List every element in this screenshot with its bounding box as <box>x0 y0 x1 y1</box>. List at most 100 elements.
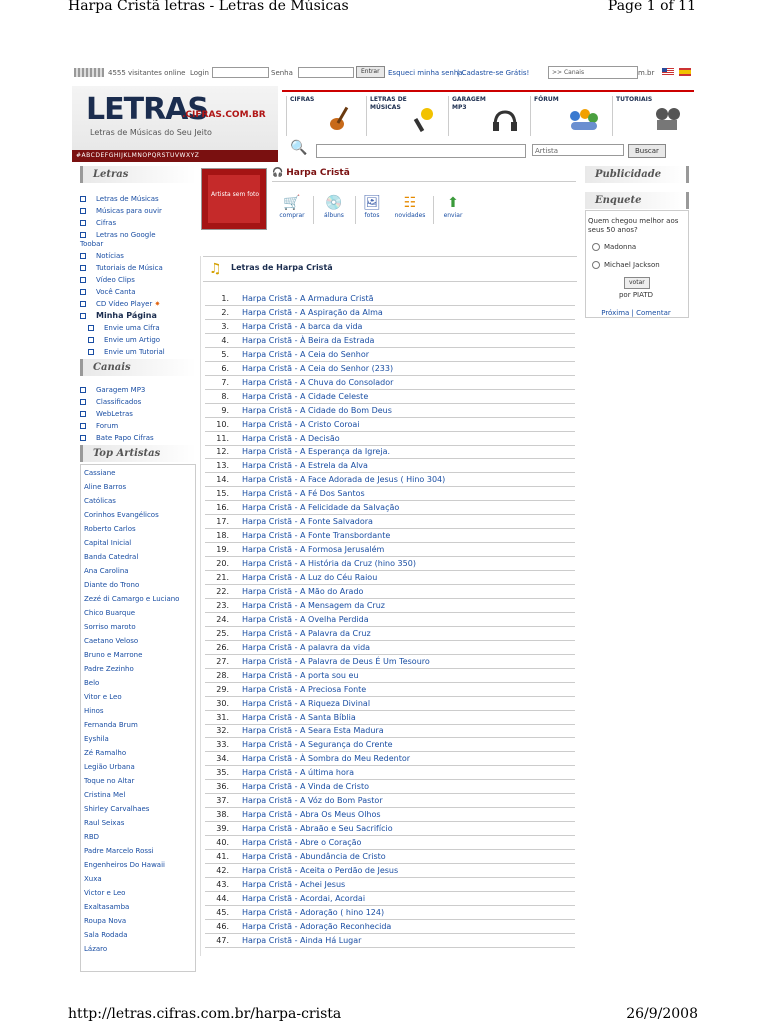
top-artist-link[interactable]: Cristina Mel <box>84 791 125 799</box>
song-link[interactable]: Harpa Cristã - A Vóz do Bom Pastor <box>242 794 383 807</box>
top-artist-link[interactable]: Vitor e Leo <box>84 693 122 701</box>
song-link[interactable]: Harpa Cristã - A Cristo Coroai <box>242 418 359 431</box>
action-comprar[interactable]: 🛒 comprar <box>272 194 312 219</box>
sidebar-link-google-toolbar[interactable]: Letras no Google Toobar <box>80 231 170 249</box>
top-artist-link[interactable]: Belo <box>84 679 99 687</box>
top-artist-link[interactable]: Lázaro <box>84 945 107 953</box>
top-artist-link[interactable]: Cassiane <box>84 469 115 477</box>
song-link[interactable]: Harpa Cristã - A barca da vida <box>242 320 362 333</box>
top-artist-link[interactable]: Victor e Leo <box>84 889 125 897</box>
song-link[interactable]: Harpa Cristã - A Mão do Arado <box>242 585 363 598</box>
song-link[interactable]: Harpa Cristã - A Esperança da Igreja. <box>242 445 390 458</box>
song-link[interactable]: Harpa Cristã - A Formosa Jerusalém <box>242 543 384 556</box>
song-link[interactable]: Harpa Cristã - A porta sou eu <box>242 669 359 682</box>
song-link[interactable]: Harpa Cristã - A Palavra de Deus É Um Te… <box>242 655 430 668</box>
sidebar-link-envie-artigo[interactable]: Envie um Artigo <box>88 336 160 344</box>
vote-button[interactable]: votar <box>624 277 650 289</box>
top-artist-link[interactable]: Sorriso maroto <box>84 623 136 631</box>
nav-letras[interactable]: LETRAS DE MÚSICAS <box>366 96 446 136</box>
song-link[interactable]: Harpa Cristã - À Beira da Estrada <box>242 334 374 347</box>
song-link[interactable]: Harpa Cristã - Ainda Há Lugar <box>242 934 361 947</box>
song-link[interactable]: Harpa Cristã - A Armadura Cristã <box>242 292 374 305</box>
sidebar-link-envie-tutorial[interactable]: Envie um Tutorial <box>88 348 165 356</box>
action-fotos[interactable]: 🖼 fotos <box>352 194 392 219</box>
poll-option-madonna[interactable]: Madonna <box>592 243 636 251</box>
top-artist-link[interactable]: Ana Carolina <box>84 567 129 575</box>
forgot-password-link[interactable]: Esqueci minha senha. <box>388 69 465 77</box>
top-artist-link[interactable]: Legião Urbana <box>84 763 135 771</box>
top-artist-link[interactable]: Raul Seixas <box>84 819 124 827</box>
top-artist-link[interactable]: RBD <box>84 833 99 841</box>
sidebar-link-webletras[interactable]: WebLetras <box>80 410 133 418</box>
signup-link[interactable]: | Cadastre-se Grátis! <box>457 69 529 77</box>
song-link[interactable]: Harpa Cristã - A Face Adorada de Jesus (… <box>242 473 445 486</box>
sidebar-link-bate-papo[interactable]: Bate Papo Cifras <box>80 434 154 442</box>
song-link[interactable]: Harpa Cristã - A Riqueza Divinal <box>242 697 370 710</box>
top-artist-link[interactable]: Roberto Carlos <box>84 525 136 533</box>
nav-tutoriais[interactable]: TUTORIAIS <box>612 96 692 136</box>
nav-cifras[interactable]: CIFRAS <box>286 96 366 136</box>
song-link[interactable]: Harpa Cristã - A Mensagem da Cruz <box>242 599 385 612</box>
sidebar-link-garagem[interactable]: Garagem MP3 <box>80 386 145 394</box>
song-link[interactable]: Harpa Cristã - A Preciosa Fonte <box>242 683 366 696</box>
top-artist-link[interactable]: Xuxa <box>84 875 102 883</box>
sidebar-link-musicas-ouvir[interactable]: Músicas para ouvir <box>80 207 162 215</box>
song-link[interactable]: Harpa Cristã - A Fé Dos Santos <box>242 487 365 500</box>
song-link[interactable]: Harpa Cristã - A Ceia do Senhor (233) <box>242 362 393 375</box>
top-artist-link[interactable]: Engenheiros Do Hawaii <box>84 861 165 869</box>
song-link[interactable]: Harpa Cristã - Aceita o Perdão de Jesus <box>242 864 398 877</box>
song-link[interactable]: Harpa Cristã - Acordai, Acordai <box>242 892 365 905</box>
song-link[interactable]: Harpa Cristã - A Fonte Salvadora <box>242 515 373 528</box>
us-flag-icon[interactable] <box>662 68 674 76</box>
password-input[interactable] <box>298 67 354 78</box>
top-artist-link[interactable]: Padre Marcelo Rossi <box>84 847 154 855</box>
nav-forum[interactable]: FÓRUM <box>530 96 610 136</box>
search-input[interactable] <box>316 144 526 158</box>
song-link[interactable]: Harpa Cristã - A Decisão <box>242 432 340 445</box>
song-link[interactable]: Harpa Cristã - Adoração Reconhecida <box>242 920 391 933</box>
canais-select[interactable]: >> Canais <box>548 66 638 79</box>
song-link[interactable]: Harpa Cristã - Abraão e Seu Sacrifício <box>242 822 393 835</box>
song-link[interactable]: Harpa Cristã - A Vinda de Cristo <box>242 780 369 793</box>
song-link[interactable]: Harpa Cristã - A História da Cruz (hino … <box>242 557 416 570</box>
song-link[interactable]: Harpa Cristã - À Sombra do Meu Redentor <box>242 752 410 765</box>
sidebar-link-classificados[interactable]: Classificados <box>80 398 141 406</box>
enter-button[interactable]: Entrar <box>356 66 385 78</box>
nav-garagem[interactable]: GARAGEM MP3 <box>448 96 528 136</box>
song-link[interactable]: Harpa Cristã - A última hora <box>242 766 354 779</box>
song-link[interactable]: Harpa Cristã - Achei Jesus <box>242 878 345 891</box>
sidebar-minha-pagina[interactable]: Minha Página <box>80 311 157 320</box>
sidebar-link-voce-canta[interactable]: Você Canta <box>80 288 136 296</box>
top-artist-link[interactable]: Eyshila <box>84 735 109 743</box>
top-artist-link[interactable]: Chico Buarque <box>84 609 135 617</box>
top-artist-link[interactable]: Exaltasamba <box>84 903 129 911</box>
top-artist-link[interactable]: Aline Barros <box>84 483 126 491</box>
poll-nav-links[interactable]: Próxima | Comentar <box>586 309 686 317</box>
song-link[interactable]: Harpa Cristã - Abra Os Meus Olhos <box>242 808 381 821</box>
song-link[interactable]: Harpa Cristã - A Ovelha Perdida <box>242 613 369 626</box>
song-link[interactable]: Harpa Cristã - A Felicidade da Salvação <box>242 501 399 514</box>
song-link[interactable]: Harpa Cristã - A Seara Esta Madura <box>242 724 384 737</box>
login-input[interactable] <box>212 67 269 78</box>
sidebar-link-letras-musicas[interactable]: Letras de Músicas <box>80 195 159 203</box>
song-link[interactable]: Harpa Cristã - A Ceia do Senhor <box>242 348 369 361</box>
action-enviar[interactable]: ⬆ enviar <box>433 194 473 219</box>
top-artist-link[interactable]: Shirley Carvalhaes <box>84 805 149 813</box>
top-artist-link[interactable]: Zé Ramalho <box>84 749 126 757</box>
song-link[interactable]: Harpa Cristã - Adoração ( hino 124) <box>242 906 384 919</box>
action-novidades[interactable]: ☷ novidades <box>390 194 430 219</box>
sidebar-link-cd-video-player[interactable]: CD Vídeo Player ✷ <box>80 300 160 308</box>
song-link[interactable]: Harpa Cristã - A Cidade Celeste <box>242 390 368 403</box>
top-artist-link[interactable]: Toque no Altar <box>84 777 134 785</box>
top-artist-link[interactable]: Corinhos Evangélicos <box>84 511 159 519</box>
top-artist-link[interactable]: Fernanda Brum <box>84 721 138 729</box>
sidebar-link-video-clips[interactable]: Vídeo Clips <box>80 276 135 284</box>
song-link[interactable]: Harpa Cristã - Abundância de Cristo <box>242 850 386 863</box>
song-link[interactable]: Harpa Cristã - A Estrela da Alva <box>242 459 368 472</box>
sidebar-link-forum[interactable]: Forum <box>80 422 118 430</box>
sidebar-link-noticias[interactable]: Notícias <box>80 252 124 260</box>
song-link[interactable]: Harpa Cristã - A Segurança do Crente <box>242 738 393 751</box>
top-artist-link[interactable]: Diante do Trono <box>84 581 139 589</box>
song-link[interactable]: Harpa Cristã - A Santa Bíblia <box>242 711 356 724</box>
alphabet-bar[interactable]: #ABCDEFGHIJKLMNOPQRSTUVWXYZ <box>72 150 278 162</box>
